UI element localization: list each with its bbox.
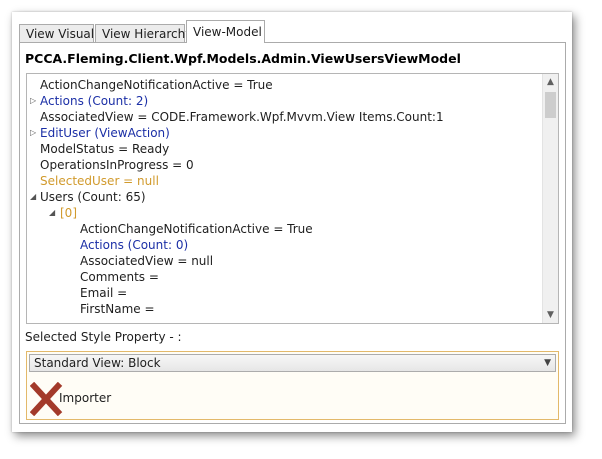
chevron-down-icon[interactable]: ▼: [544, 355, 551, 371]
tree-item-selecteduser[interactable]: SelectedUser = null: [40, 173, 159, 189]
tab-content: PCCA.Fleming.Client.Wpf.Models.Admin.Vie…: [19, 42, 566, 424]
view-model-title: PCCA.Fleming.Client.Wpf.Models.Admin.Vie…: [25, 51, 461, 66]
selected-style-property-label: Selected Style Property - :: [25, 330, 182, 344]
tree-item-user-0[interactable]: [0]: [60, 205, 77, 221]
tree-item[interactable]: FirstName =: [80, 301, 155, 317]
tree-item[interactable]: ModelStatus = Ready: [40, 141, 169, 157]
tab-view-hierarchy[interactable]: View Hierarchy: [95, 24, 192, 42]
collapse-arrow-icon[interactable]: ◢: [30, 189, 36, 205]
tree-item[interactable]: Email =: [80, 285, 127, 301]
view-model-tree[interactable]: ActionChangeNotificationActive = True ▷ …: [26, 73, 559, 324]
vertical-scrollbar[interactable]: ▲ ▼: [542, 74, 558, 323]
collapse-arrow-icon[interactable]: ◢: [49, 205, 55, 221]
importer-item[interactable]: Importer: [30, 380, 150, 416]
tree-item[interactable]: OperationsInProgress = 0: [40, 157, 194, 173]
tree-item-actions[interactable]: Actions (Count: 2): [40, 93, 148, 109]
tree-item[interactable]: AssociatedView = CODE.Framework.Wpf.Mvvm…: [40, 109, 444, 125]
tab-view-visual[interactable]: View Visual: [19, 24, 94, 42]
tree-item-users[interactable]: Users (Count: 65): [40, 189, 146, 205]
expand-arrow-icon[interactable]: ▷: [30, 93, 36, 109]
tree-item[interactable]: ActionChangeNotificationActive = True: [80, 221, 313, 237]
style-preview-panel: Standard View: Block ▼ Importer: [26, 351, 559, 420]
scroll-up-icon[interactable]: ▲: [543, 74, 558, 90]
tab-view-model[interactable]: View-Model: [186, 20, 265, 43]
scroll-thumb[interactable]: [545, 92, 556, 118]
importer-label: Importer: [59, 391, 112, 405]
scroll-down-icon[interactable]: ▼: [543, 307, 558, 323]
style-dropdown[interactable]: Standard View: Block ▼: [29, 354, 556, 372]
view-model-inspector-window: View Visual View Hierarchy View-Model PC…: [12, 12, 572, 432]
tree-item-user-actions[interactable]: Actions (Count: 0): [80, 237, 188, 253]
expand-arrow-icon[interactable]: ▷: [30, 125, 36, 141]
tree-item-edituser[interactable]: EditUser (ViewAction): [40, 125, 170, 141]
tree-item[interactable]: ActionChangeNotificationActive = True: [40, 77, 273, 93]
style-dropdown-value: Standard View: Block: [34, 356, 161, 370]
tree-item[interactable]: AssociatedView = null: [80, 253, 213, 269]
tree-item[interactable]: Comments =: [80, 269, 159, 285]
tree-viewport: ActionChangeNotificationActive = True ▷ …: [27, 74, 542, 323]
